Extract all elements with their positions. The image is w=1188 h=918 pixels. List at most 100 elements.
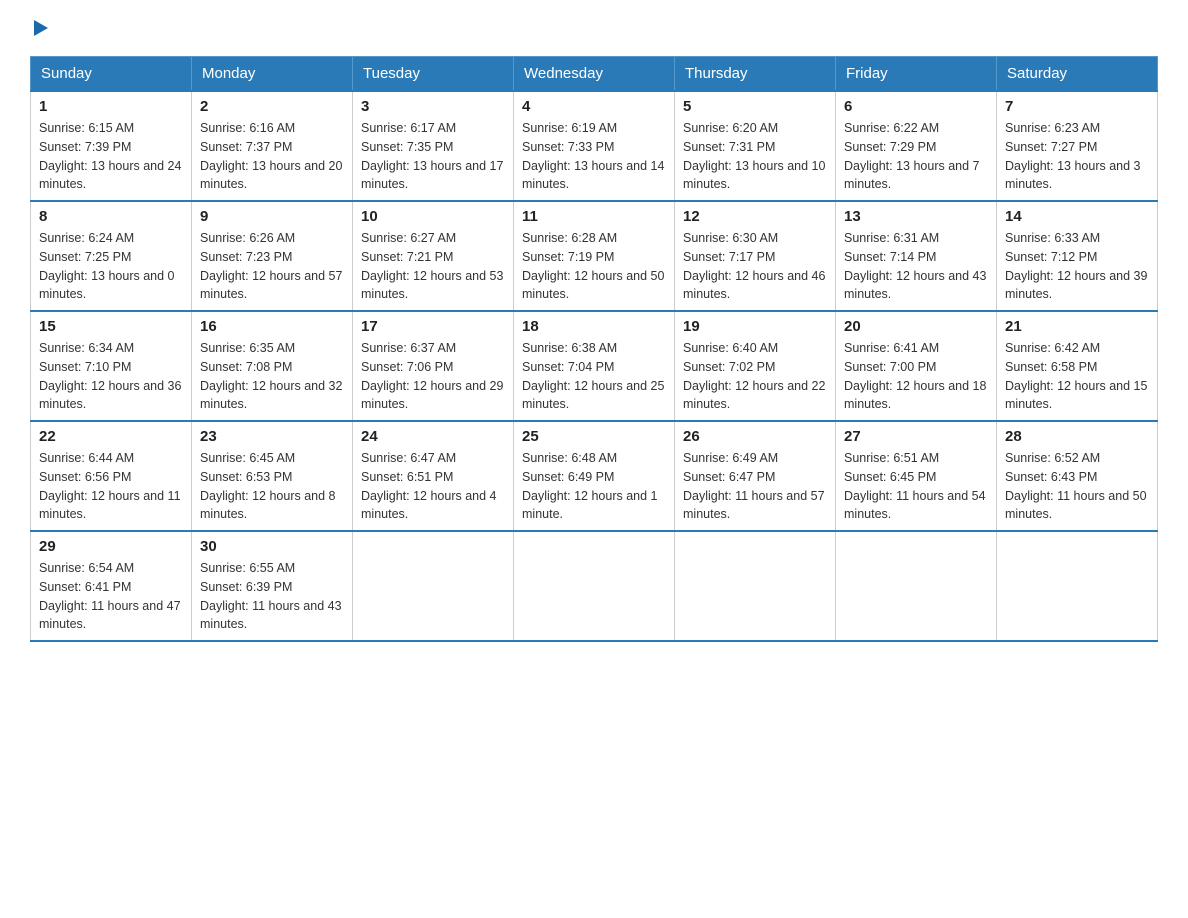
header-monday: Monday [192,57,353,92]
day-number: 8 [39,208,183,225]
calendar-cell: 1 Sunrise: 6:15 AMSunset: 7:39 PMDaylight… [31,91,192,201]
day-info: Sunrise: 6:35 AMSunset: 7:08 PMDaylight:… [200,339,344,414]
day-info: Sunrise: 6:54 AMSunset: 6:41 PMDaylight:… [39,559,183,634]
day-number: 23 [200,428,344,445]
logo [30,20,48,36]
day-number: 15 [39,318,183,335]
calendar-cell: 20 Sunrise: 6:41 AMSunset: 7:00 PMDayligh… [836,311,997,421]
calendar-table: SundayMondayTuesdayWednesdayThursdayFrid… [30,56,1158,642]
day-info: Sunrise: 6:16 AMSunset: 7:37 PMDaylight:… [200,119,344,194]
day-info: Sunrise: 6:31 AMSunset: 7:14 PMDaylight:… [844,229,988,304]
calendar-cell: 30 Sunrise: 6:55 AMSunset: 6:39 PMDayligh… [192,531,353,641]
logo-arrow-icon [34,20,48,36]
day-number: 16 [200,318,344,335]
day-number: 26 [683,428,827,445]
day-info: Sunrise: 6:24 AMSunset: 7:25 PMDaylight:… [39,229,183,304]
calendar-cell: 24Sunrise: 6:47 AMSunset: 6:51 PMDayligh… [353,421,514,531]
calendar-cell: 29 Sunrise: 6:54 AMSunset: 6:41 PMDayligh… [31,531,192,641]
calendar-cell: 7 Sunrise: 6:23 AMSunset: 7:27 PMDaylight… [997,91,1158,201]
day-number: 19 [683,318,827,335]
day-info: Sunrise: 6:33 AMSunset: 7:12 PMDaylight:… [1005,229,1149,304]
calendar-cell: 9 Sunrise: 6:26 AMSunset: 7:23 PMDaylight… [192,201,353,311]
day-number: 30 [200,538,344,555]
day-info: Sunrise: 6:41 AMSunset: 7:00 PMDaylight:… [844,339,988,414]
header-sunday: Sunday [31,57,192,92]
day-number: 11 [522,208,666,225]
calendar-cell: 14 Sunrise: 6:33 AMSunset: 7:12 PMDayligh… [997,201,1158,311]
day-info: Sunrise: 6:42 AMSunset: 6:58 PMDaylight:… [1005,339,1149,414]
day-number: 7 [1005,98,1149,115]
day-info: Sunrise: 6:45 AMSunset: 6:53 PMDaylight:… [200,449,344,524]
day-info: Sunrise: 6:19 AMSunset: 7:33 PMDaylight:… [522,119,666,194]
calendar-cell: 15 Sunrise: 6:34 AMSunset: 7:10 PMDayligh… [31,311,192,421]
header-thursday: Thursday [675,57,836,92]
calendar-cell: 19Sunrise: 6:40 AMSunset: 7:02 PMDayligh… [675,311,836,421]
day-number: 12 [683,208,827,225]
day-number: 28 [1005,428,1149,445]
day-info: Sunrise: 6:28 AMSunset: 7:19 PMDaylight:… [522,229,666,304]
calendar-week-row: 22 Sunrise: 6:44 AMSunset: 6:56 PMDayligh… [31,421,1158,531]
calendar-cell: 2 Sunrise: 6:16 AMSunset: 7:37 PMDaylight… [192,91,353,201]
day-number: 22 [39,428,183,445]
calendar-week-row: 1 Sunrise: 6:15 AMSunset: 7:39 PMDaylight… [31,91,1158,201]
calendar-cell: 18 Sunrise: 6:38 AMSunset: 7:04 PMDayligh… [514,311,675,421]
day-number: 21 [1005,318,1149,335]
day-number: 2 [200,98,344,115]
page-header [30,20,1158,36]
calendar-week-row: 15 Sunrise: 6:34 AMSunset: 7:10 PMDayligh… [31,311,1158,421]
day-info: Sunrise: 6:15 AMSunset: 7:39 PMDaylight:… [39,119,183,194]
day-info: Sunrise: 6:20 AMSunset: 7:31 PMDaylight:… [683,119,827,194]
day-number: 17 [361,318,505,335]
calendar-cell: 23 Sunrise: 6:45 AMSunset: 6:53 PMDayligh… [192,421,353,531]
day-number: 4 [522,98,666,115]
calendar-cell: 16 Sunrise: 6:35 AMSunset: 7:08 PMDayligh… [192,311,353,421]
day-info: Sunrise: 6:44 AMSunset: 6:56 PMDaylight:… [39,449,183,524]
logo-blue [30,20,48,36]
day-info: Sunrise: 6:27 AMSunset: 7:21 PMDaylight:… [361,229,505,304]
day-number: 6 [844,98,988,115]
calendar-cell [353,531,514,641]
calendar-cell [997,531,1158,641]
calendar-cell: 27 Sunrise: 6:51 AMSunset: 6:45 PMDayligh… [836,421,997,531]
day-number: 18 [522,318,666,335]
calendar-cell: 8 Sunrise: 6:24 AMSunset: 7:25 PMDaylight… [31,201,192,311]
day-number: 3 [361,98,505,115]
calendar-cell [514,531,675,641]
calendar-header-row: SundayMondayTuesdayWednesdayThursdayFrid… [31,57,1158,92]
day-info: Sunrise: 6:26 AMSunset: 7:23 PMDaylight:… [200,229,344,304]
calendar-cell: 5Sunrise: 6:20 AMSunset: 7:31 PMDaylight… [675,91,836,201]
day-number: 13 [844,208,988,225]
day-info: Sunrise: 6:52 AMSunset: 6:43 PMDaylight:… [1005,449,1149,524]
calendar-week-row: 29 Sunrise: 6:54 AMSunset: 6:41 PMDayligh… [31,531,1158,641]
day-info: Sunrise: 6:37 AMSunset: 7:06 PMDaylight:… [361,339,505,414]
calendar-cell: 22 Sunrise: 6:44 AMSunset: 6:56 PMDayligh… [31,421,192,531]
calendar-cell: 26 Sunrise: 6:49 AMSunset: 6:47 PMDayligh… [675,421,836,531]
day-info: Sunrise: 6:49 AMSunset: 6:47 PMDaylight:… [683,449,827,524]
day-info: Sunrise: 6:51 AMSunset: 6:45 PMDaylight:… [844,449,988,524]
calendar-cell: 17 Sunrise: 6:37 AMSunset: 7:06 PMDayligh… [353,311,514,421]
calendar-cell: 28 Sunrise: 6:52 AMSunset: 6:43 PMDayligh… [997,421,1158,531]
day-info: Sunrise: 6:38 AMSunset: 7:04 PMDaylight:… [522,339,666,414]
day-info: Sunrise: 6:17 AMSunset: 7:35 PMDaylight:… [361,119,505,194]
day-info: Sunrise: 6:47 AMSunset: 6:51 PMDaylight:… [361,449,505,524]
day-info: Sunrise: 6:34 AMSunset: 7:10 PMDaylight:… [39,339,183,414]
day-info: Sunrise: 6:55 AMSunset: 6:39 PMDaylight:… [200,559,344,634]
day-number: 14 [1005,208,1149,225]
day-number: 27 [844,428,988,445]
day-number: 29 [39,538,183,555]
header-tuesday: Tuesday [353,57,514,92]
day-number: 20 [844,318,988,335]
day-info: Sunrise: 6:30 AMSunset: 7:17 PMDaylight:… [683,229,827,304]
calendar-cell [675,531,836,641]
calendar-cell: 6Sunrise: 6:22 AMSunset: 7:29 PMDaylight… [836,91,997,201]
day-number: 9 [200,208,344,225]
day-number: 10 [361,208,505,225]
day-info: Sunrise: 6:48 AMSunset: 6:49 PMDaylight:… [522,449,666,524]
calendar-cell: 10 Sunrise: 6:27 AMSunset: 7:21 PMDayligh… [353,201,514,311]
calendar-cell: 12 Sunrise: 6:30 AMSunset: 7:17 PMDayligh… [675,201,836,311]
calendar-cell: 3 Sunrise: 6:17 AMSunset: 7:35 PMDaylight… [353,91,514,201]
day-number: 1 [39,98,183,115]
header-wednesday: Wednesday [514,57,675,92]
header-friday: Friday [836,57,997,92]
day-info: Sunrise: 6:23 AMSunset: 7:27 PMDaylight:… [1005,119,1149,194]
